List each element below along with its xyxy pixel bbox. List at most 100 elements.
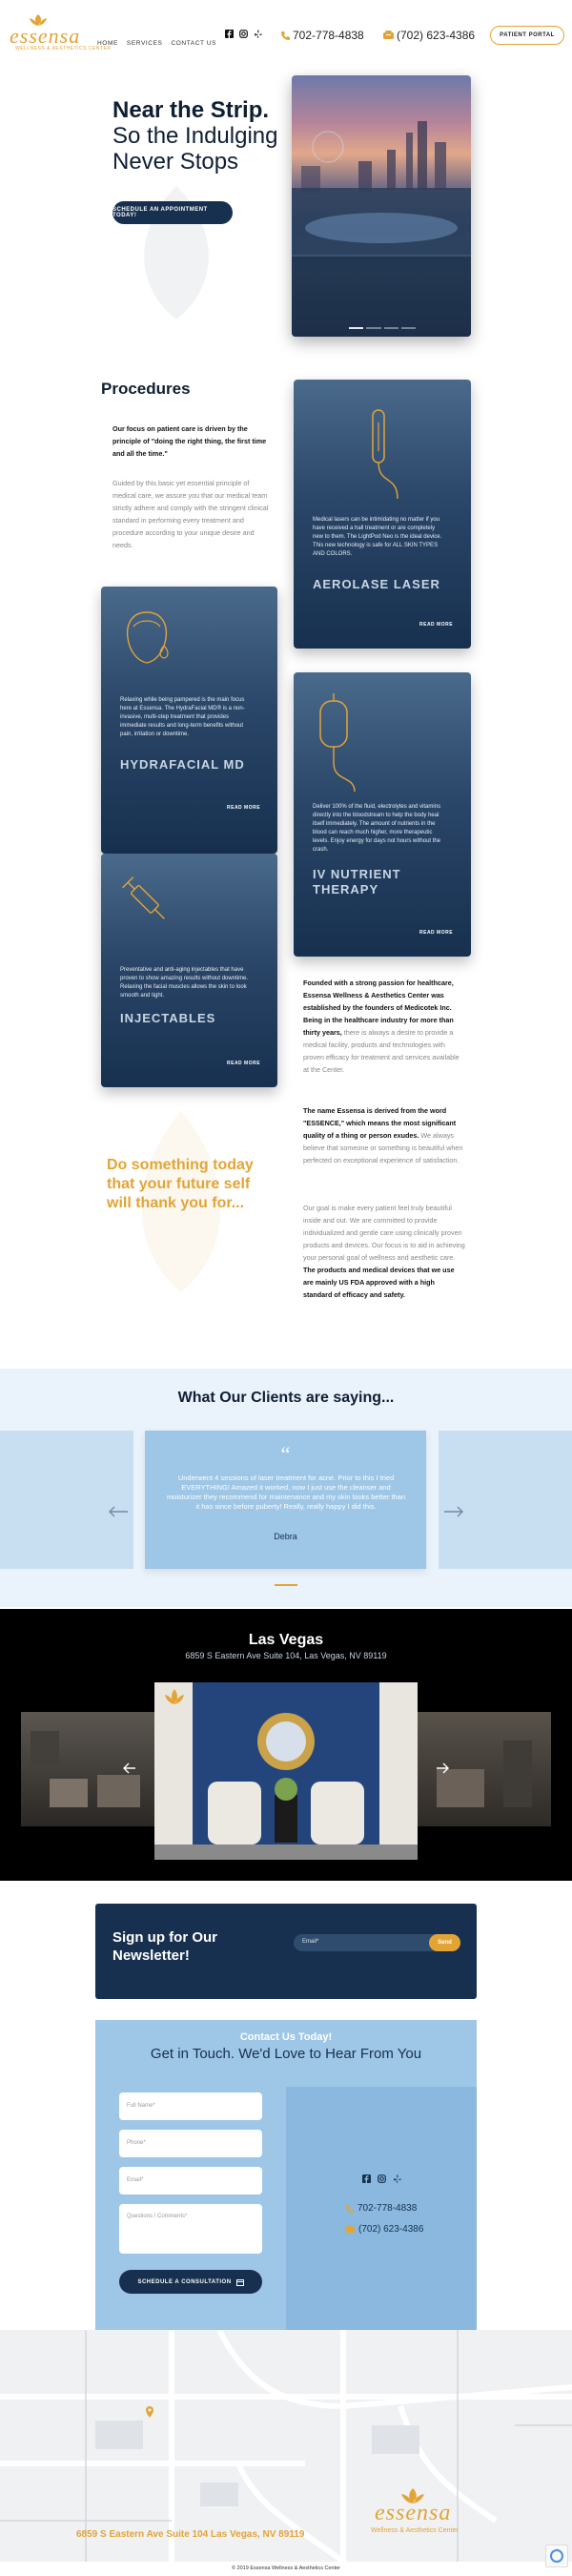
footer-address: 6859 S Eastern Ave Suite 104 Las Vegas, …: [76, 2529, 305, 2540]
social-links: [225, 30, 262, 38]
testimonials-heading: What Our Clients are saying...: [177, 1390, 395, 1406]
hero-las-vegas-photo: [292, 75, 471, 337]
main-nav: HOME SERVICES CONTACT US: [97, 32, 225, 50]
map-footer-section: 6859 S Eastern Ave Suite 104 Las Vegas, …: [0, 2330, 572, 2576]
newsletter-title: Sign up for Our Newsletter!: [112, 1928, 217, 1965]
contact-section: Contact Us Today! Get in Touch. We'd Lov…: [95, 2020, 477, 2330]
contact-yelp-icon[interactable]: [393, 2174, 401, 2183]
card-injectables[interactable]: Preventative and anti-aging injectables …: [101, 854, 277, 1087]
hero-title-bold: Near the Strip.: [112, 97, 270, 123]
newsletter-email-placeholder: Email*: [302, 1939, 319, 1945]
email-field[interactable]: Email*: [119, 2167, 262, 2195]
nav-home[interactable]: HOME: [97, 40, 118, 47]
about-paragraph-1: Founded with a strong passion for health…: [303, 977, 465, 1076]
logo[interactable]: essensa Wellness & Aesthetics Center: [10, 13, 111, 52]
footer-logo[interactable]: essensa Wellness & Aesthetics Center: [367, 2487, 481, 2545]
site-header: essensa Wellness & Aesthetics Center HOM…: [0, 0, 572, 72]
header-phone-1-text: 702-778-4838: [293, 29, 364, 42]
testimonials-section: What Our Clients are saying... “ Underwe…: [0, 1369, 572, 1607]
schedule-appointment-button[interactable]: SCHEDULE AN APPOINTMENT TODAY!: [112, 201, 233, 224]
footer-logo-wordmark: essensa: [375, 2501, 452, 2525]
gallery-next-icon[interactable]: [435, 1762, 450, 1775]
injectables-read-more[interactable]: READ MORE: [227, 1061, 260, 1066]
patient-portal-button[interactable]: PATIENT PORTAL: [490, 26, 564, 45]
hydrafacial-title: HYDRAFACIAL MD: [120, 757, 245, 772]
contact-heading: Get in Touch. We'd Love to Hear From You: [150, 2046, 422, 2062]
quote-mark-icon: “: [280, 1442, 291, 1466]
iv-title: IV NUTRIENT THERAPY: [313, 867, 401, 896]
testimonial-card-prev: [0, 1431, 133, 1569]
full-name-field[interactable]: Full Name*: [119, 2092, 262, 2120]
hero-title: Near the Strip. So the Indulging Never S…: [112, 97, 277, 175]
comments-field[interactable]: Questions / Comments*: [119, 2204, 262, 2254]
header-phone-2-text: (702) 623-4386: [397, 29, 476, 42]
phone-field[interactable]: Phone*: [119, 2130, 262, 2157]
location-section: Las Vegas 6859 S Eastern Ave Suite 104, …: [0, 1609, 572, 1881]
contact-phone-2-text: (702) 623-4386: [358, 2224, 424, 2235]
motivational-quote: Do something today that your future self…: [107, 1157, 254, 1211]
iv-bag-icon: [319, 693, 356, 793]
testimonial-author: Debra: [274, 1532, 297, 1541]
about-paragraph-3: Our goal is make every patient feel trul…: [303, 1202, 465, 1301]
footer-logo-tagline: Wellness & Aesthetics Center: [371, 2527, 459, 2534]
header-phone-2[interactable]: (702) 623-4386: [383, 29, 475, 42]
iv-read-more[interactable]: READ MORE: [419, 930, 453, 936]
schedule-consultation-label: SCHEDULE A CONSULTATION: [137, 2278, 232, 2285]
contact-phone-2[interactable]: (702) 623-4386: [345, 2224, 423, 2235]
newsletter-send-button[interactable]: Send: [429, 1934, 460, 1951]
header-phone-1[interactable]: 702-778-4838: [280, 29, 364, 42]
instagram-icon[interactable]: [239, 30, 248, 38]
newsletter-section: Sign up for Our Newsletter! Email* Send: [95, 1904, 477, 1999]
yelp-icon[interactable]: [254, 30, 262, 38]
facebook-icon[interactable]: [225, 30, 234, 38]
gallery-lotus-icon: [165, 1689, 184, 1704]
contact-instagram-icon[interactable]: [378, 2174, 386, 2183]
nav-services[interactable]: SERVICES: [127, 40, 163, 47]
contact-eyebrow: Contact Us Today!: [239, 2031, 333, 2043]
procedures-intro-bold: Our focus on patient care is driven by t…: [112, 424, 267, 458]
arrow-left-icon[interactable]: [107, 1505, 130, 1518]
injectables-description: Preventative and anti-aging injectables …: [120, 967, 249, 999]
about-p3-text: Our goal is make every patient feel trul…: [303, 1204, 465, 1262]
newsletter-title-line2: Newsletter!: [112, 1947, 190, 1964]
about-p3-bold: The products and medical devices that we…: [303, 1266, 455, 1299]
face-drop-icon: [126, 611, 169, 664]
aerolase-read-more[interactable]: READ MORE: [419, 622, 453, 628]
procedures-heading: Procedures: [101, 380, 191, 398]
card-iv-nutrient-therapy[interactable]: Deliver 100% of the fluid, electrolytes …: [294, 672, 471, 957]
nav-contact[interactable]: CONTACT US: [171, 40, 216, 47]
procedures-intro-text: Guided by this basic yet essential princ…: [112, 479, 269, 549]
phone-icon: [281, 31, 290, 40]
contact-facebook-icon[interactable]: [362, 2174, 371, 2183]
location-city: Las Vegas: [248, 1632, 324, 1648]
aerolase-description: Medical lasers can be intimidating no ma…: [313, 517, 442, 557]
calendar-icon: [235, 2278, 244, 2286]
contact-fax-icon: [345, 2225, 355, 2233]
office-photo-main: [154, 1682, 418, 1860]
card-hydrafacial-md[interactable]: Relaxing while being pampered is the mai…: [101, 587, 277, 854]
recaptcha-badge[interactable]: [545, 2545, 568, 2567]
fax-icon: [383, 31, 394, 39]
card-aerolase-laser[interactable]: Medical lasers can be intimidating no ma…: [294, 380, 471, 649]
map-pin-icon[interactable]: [145, 2405, 154, 2419]
contact-phone-1[interactable]: 702-778-4838: [345, 2203, 417, 2214]
gallery-prev-icon[interactable]: [122, 1762, 137, 1775]
aerolase-title: AEROLASE LASER: [313, 577, 440, 591]
syringe-icon: [122, 876, 165, 919]
hydrafacial-description: Relaxing while being pampered is the mai…: [120, 697, 245, 737]
hydrafacial-read-more[interactable]: READ MORE: [227, 805, 260, 811]
injectables-title: INJECTABLES: [120, 1011, 216, 1025]
contact-phone-1-text: 702-778-4838: [358, 2203, 418, 2214]
contact-social-links: [362, 2174, 401, 2183]
testimonial-indicator[interactable]: [275, 1584, 297, 1586]
newsletter-title-line1: Sign up for Our: [112, 1929, 217, 1946]
iv-description: Deliver 100% of the fluid, electrolytes …: [313, 804, 441, 853]
arrow-right-icon[interactable]: [442, 1505, 465, 1518]
strip-skyline-illustration: [292, 121, 471, 337]
schedule-consultation-button[interactable]: SCHEDULE A CONSULTATION: [119, 2270, 262, 2294]
testimonial-text: Underwent 4 sessions of laser treatment …: [166, 1473, 406, 1511]
location-address: 6859 S Eastern Ave Suite 104, Las Vegas,…: [185, 1651, 387, 1660]
slider-dots[interactable]: [349, 327, 416, 329]
office-waiting-room-illustration: [154, 1682, 418, 1860]
recaptcha-icon: [550, 2548, 563, 2563]
